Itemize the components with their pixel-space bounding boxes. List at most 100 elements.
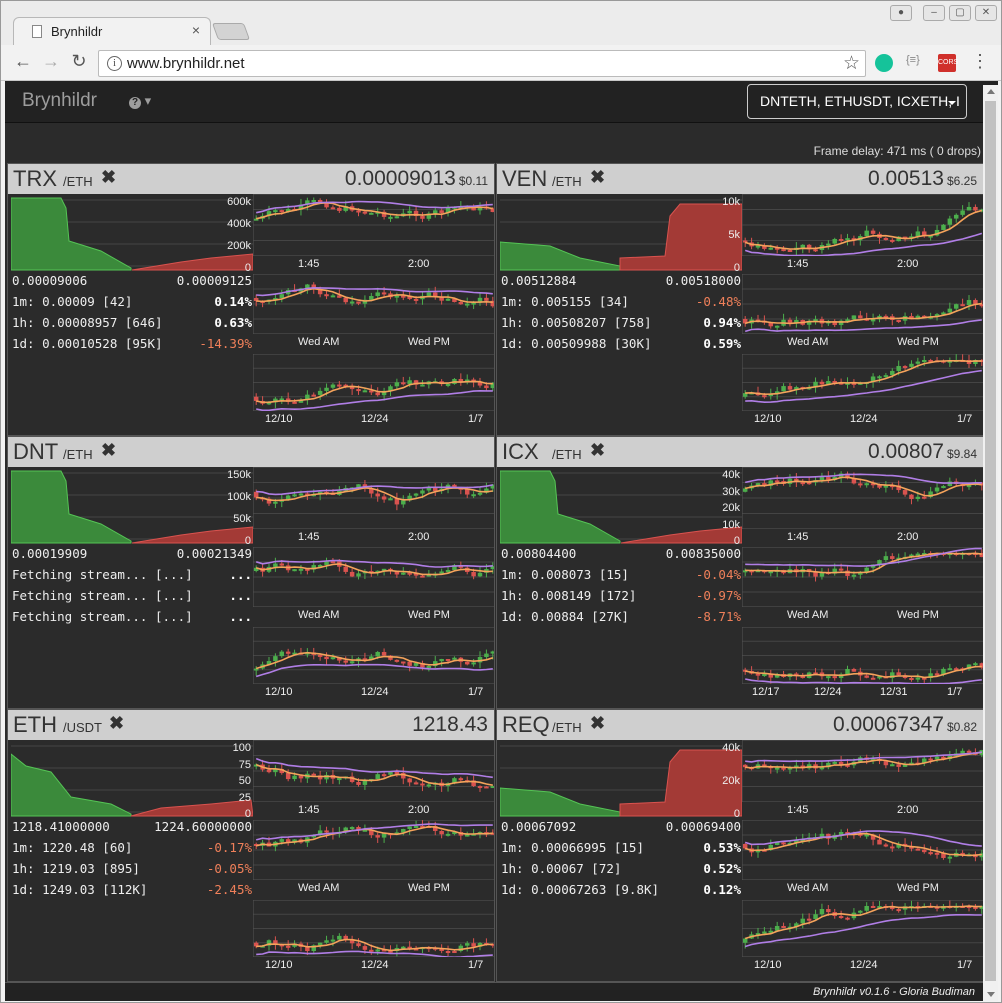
symbol-label[interactable]: TRX — [13, 166, 57, 192]
pair-select[interactable]: DNTETH, ETHUSDT, ICXETH, I — [747, 84, 967, 119]
ask-value: 0.00069400 — [665, 819, 741, 834]
scroll-thumb[interactable] — [985, 101, 996, 981]
grammarly-icon[interactable] — [875, 54, 893, 72]
bid-ask-row: 0.00804400 0.00835000 — [501, 546, 741, 561]
candle-chart: Wed AM Wed PM — [742, 820, 983, 896]
x-axis-label: 12/24 — [361, 959, 389, 971]
symbol-label[interactable]: ETH — [13, 712, 57, 738]
close-window-button[interactable]: ✕ — [975, 5, 997, 21]
candle-chart: 12/10 12/24 1/7 — [253, 354, 494, 427]
x-axis-label: 1/7 — [468, 959, 484, 971]
close-panel-icon[interactable]: ✖ — [590, 167, 605, 188]
quote-label: /ETH — [63, 174, 93, 189]
stat-row: 1h: 0.00067 [72] 0.52% — [501, 861, 741, 876]
x-axis-label: 12/10 — [265, 959, 293, 971]
panel-header: DNT/ETH ✖ — [8, 437, 494, 467]
close-panel-icon[interactable]: ✖ — [590, 440, 605, 461]
depth-axis-label: 30k — [722, 485, 740, 498]
candle-chart-svg — [742, 547, 983, 607]
minimize-button[interactable]: – — [923, 5, 945, 21]
candle-chart: 1:45 2:00 — [742, 740, 983, 818]
x-axis-label: Wed AM — [298, 609, 340, 621]
stat-label: 1d: 0.00010528 [95K] — [12, 336, 163, 351]
x-axis-label: Wed PM — [408, 609, 450, 621]
candle-charts: 1:45 2:00 Wed AM Wed PM 12/10 12/24 1/7 — [742, 740, 983, 981]
price-value: 0.00009013 $0.11 — [345, 167, 488, 191]
help-dropdown[interactable]: ? ▾ — [129, 93, 151, 109]
address-bar[interactable]: i www.brynhildr.net ☆ — [98, 50, 866, 77]
close-panel-icon[interactable]: ✖ — [101, 440, 116, 461]
stat-label: 1h: 0.008149 [172] — [501, 588, 637, 603]
json-extension-icon[interactable]: {≡} — [906, 54, 924, 72]
price-number: 0.00807 — [868, 440, 944, 463]
symbol-label[interactable]: ICX — [502, 439, 539, 465]
forward-icon[interactable]: → — [40, 51, 62, 72]
bid-depth-area — [10, 752, 132, 817]
close-panel-icon[interactable]: ✖ — [101, 167, 116, 188]
stat-change: 0.52% — [703, 861, 741, 876]
usd-price: $9.84 — [946, 447, 977, 461]
cors-extension-icon[interactable]: CORS — [938, 54, 958, 72]
price-value: 0.00513 $6.25 — [868, 167, 977, 191]
depth-chart-svg — [10, 745, 254, 817]
stat-label: 1m: 0.008073 [15] — [501, 567, 629, 582]
x-axis-label: Wed PM — [897, 336, 939, 348]
x-axis-label: 12/17 — [752, 686, 780, 698]
bid-ask-row: 0.00512884 0.00518000 — [501, 273, 741, 288]
depth-chart: 40k 30k 20k 10k 0 — [499, 469, 743, 547]
market-panel-trx: TRX/ETH ✖ 0.00009013 $0.11 600k 400k 200k 0 0.00… — [7, 163, 495, 436]
quote-label: /ETH — [63, 447, 93, 462]
x-axis-label: 12/24 — [850, 413, 878, 425]
close-tab-icon[interactable]: × — [192, 22, 200, 38]
candle-chart-svg — [253, 354, 494, 411]
candle-chart-svg — [742, 194, 983, 256]
symbol-label[interactable]: DNT — [13, 439, 58, 465]
candle-charts: 1:45 2:00 Wed AM Wed PM 12/10 12/24 1/7 — [742, 194, 983, 435]
candle-chart: 1:45 2:00 — [742, 194, 983, 272]
profile-icon[interactable]: ● — [890, 5, 912, 21]
symbol-label[interactable]: VEN — [502, 166, 547, 192]
bid-ask-row: 1218.41000000 1224.60000000 — [12, 819, 252, 834]
browser-tab[interactable]: Brynhildr × — [13, 17, 211, 46]
depth-axis-label: 10k — [722, 518, 740, 531]
ask-depth-area — [130, 799, 254, 817]
close-panel-icon[interactable]: ✖ — [109, 713, 124, 734]
stat-row: 1h: 0.00508207 [758] 0.94% — [501, 315, 741, 330]
price-number: 0.00067347 — [833, 713, 944, 736]
depth-axis-label: 200k — [227, 240, 251, 252]
menu-icon[interactable]: ⋮ — [969, 51, 991, 72]
scrollbar[interactable] — [983, 85, 998, 1001]
info-icon[interactable]: i — [107, 56, 122, 71]
x-axis-label: Wed AM — [787, 336, 829, 348]
stat-change: -2.45% — [206, 882, 252, 897]
stat-row: Fetching stream... [...]... — [12, 588, 252, 603]
stat-change: 0.94% — [703, 315, 741, 330]
back-icon[interactable]: ← — [12, 51, 34, 72]
candle-chart: 12/10 12/24 1/7 — [253, 627, 494, 700]
new-tab-button[interactable] — [211, 23, 251, 40]
stat-label: 1d: 1249.03 [112K] — [12, 882, 148, 897]
x-axis-label: 2:00 — [408, 804, 430, 816]
candle-chart: Wed AM Wed PM — [742, 547, 983, 623]
bid-depth-area — [10, 197, 132, 271]
symbol-label[interactable]: REQ — [502, 712, 550, 738]
x-axis-label: 1:45 — [298, 804, 320, 816]
depth-axis-label: 400k — [227, 218, 251, 230]
brand-title[interactable]: Brynhildr — [22, 90, 97, 112]
price-value: 1218.43 — [412, 713, 488, 737]
stat-label: 1d: 0.00067263 [9.8K] — [501, 882, 660, 897]
stat-row: 1h: 0.00008957 [646] 0.63% — [12, 315, 252, 330]
close-panel-icon[interactable]: ✖ — [590, 713, 605, 734]
maximize-button[interactable]: ▢ — [949, 5, 971, 21]
scroll-down-icon[interactable] — [987, 992, 995, 997]
scroll-up-icon[interactable] — [987, 89, 995, 94]
question-icon: ? — [129, 97, 141, 109]
x-axis-label: 12/10 — [754, 413, 782, 425]
x-axis-label: 1:45 — [298, 531, 320, 543]
x-axis-label: 1/7 — [468, 413, 484, 425]
x-axis-label: 12/31 — [880, 686, 908, 698]
bookmark-star-icon[interactable]: ☆ — [843, 52, 860, 75]
browser-window: Brynhildr × ● – ▢ ✕ ← → ↻ i www.brynhild… — [0, 0, 1002, 1003]
reload-icon[interactable]: ↻ — [68, 51, 90, 72]
stat-row: 1m: 0.00066995 [15] 0.53% — [501, 840, 741, 855]
